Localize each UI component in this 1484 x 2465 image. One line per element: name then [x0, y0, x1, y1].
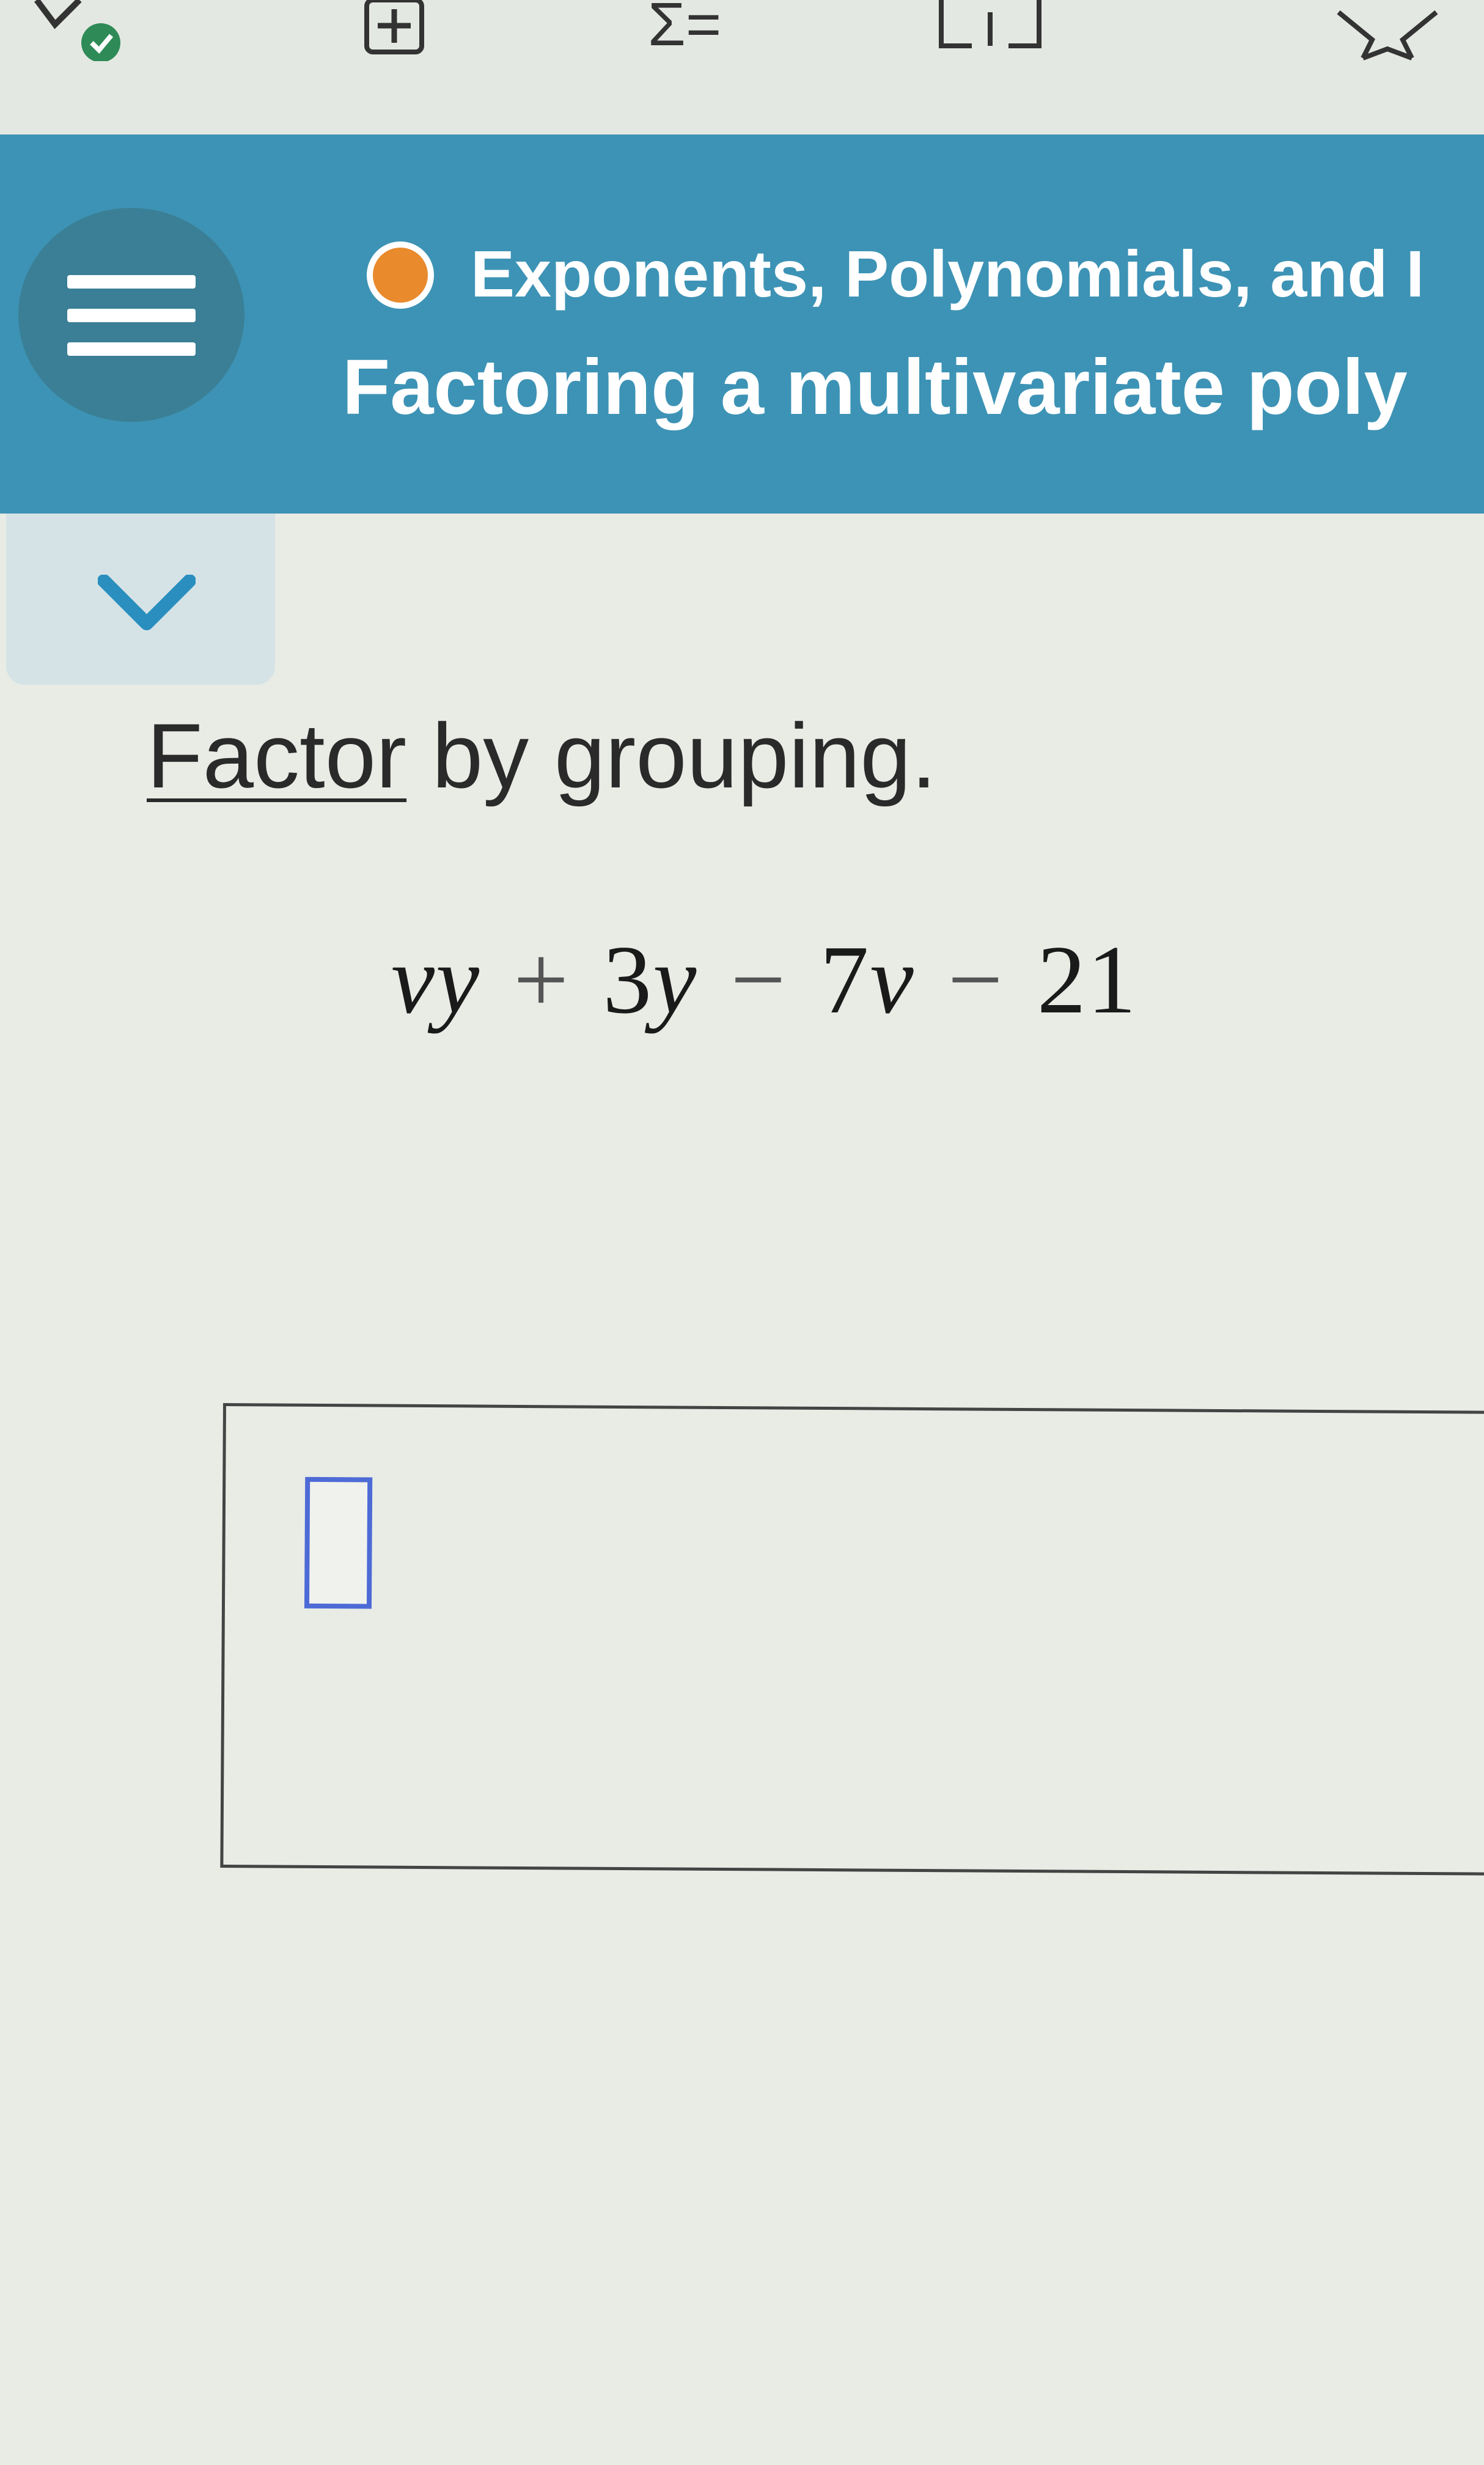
hamburger-icon [67, 275, 196, 289]
factor-definition-link[interactable]: Factor [147, 704, 406, 807]
sum-list-icon[interactable]: Σ= [648, 0, 721, 61]
operator-minus: − [730, 925, 787, 1034]
hamburger-icon-bar [67, 309, 196, 322]
page: Σ= Exponents, Polynomials, and I Factori… [0, 0, 1484, 2465]
topic-status-dot [367, 241, 434, 309]
check-badge-icon[interactable] [31, 0, 134, 61]
polynomial-expression: vy + 3y − 7v − 21 [391, 923, 1137, 1036]
operator-plus: + [513, 925, 570, 1034]
add-box-icon[interactable] [342, 0, 440, 61]
constant-21: 21 [1037, 925, 1137, 1034]
coef-7: 7 [820, 925, 870, 1034]
menu-button[interactable] [18, 208, 244, 422]
lesson-title: Factoring a multivariate poly [342, 344, 1408, 431]
collapse-header-button[interactable] [6, 514, 275, 685]
coef-3: 3 [603, 925, 653, 1034]
var-y: y [653, 925, 698, 1034]
answer-input[interactable] [304, 1476, 373, 1609]
term-vy: vy [391, 925, 481, 1034]
answer-area[interactable] [220, 1403, 1484, 1876]
hamburger-icon-bar [67, 342, 196, 356]
question-prompt: Factor by grouping. [147, 703, 936, 809]
var-v: v [870, 925, 915, 1034]
lesson-header: Exponents, Polynomials, and I Factoring … [0, 134, 1484, 514]
bracket-icon[interactable] [935, 0, 1045, 61]
prompt-text: by grouping. [406, 704, 937, 807]
operator-minus: − [947, 925, 1004, 1034]
top-toolbar: Σ= [0, 0, 1484, 134]
chevron-down-icon [98, 575, 196, 630]
star-icon[interactable] [1326, 0, 1449, 61]
topic-title: Exponents, Polynomials, and I [471, 237, 1425, 311]
